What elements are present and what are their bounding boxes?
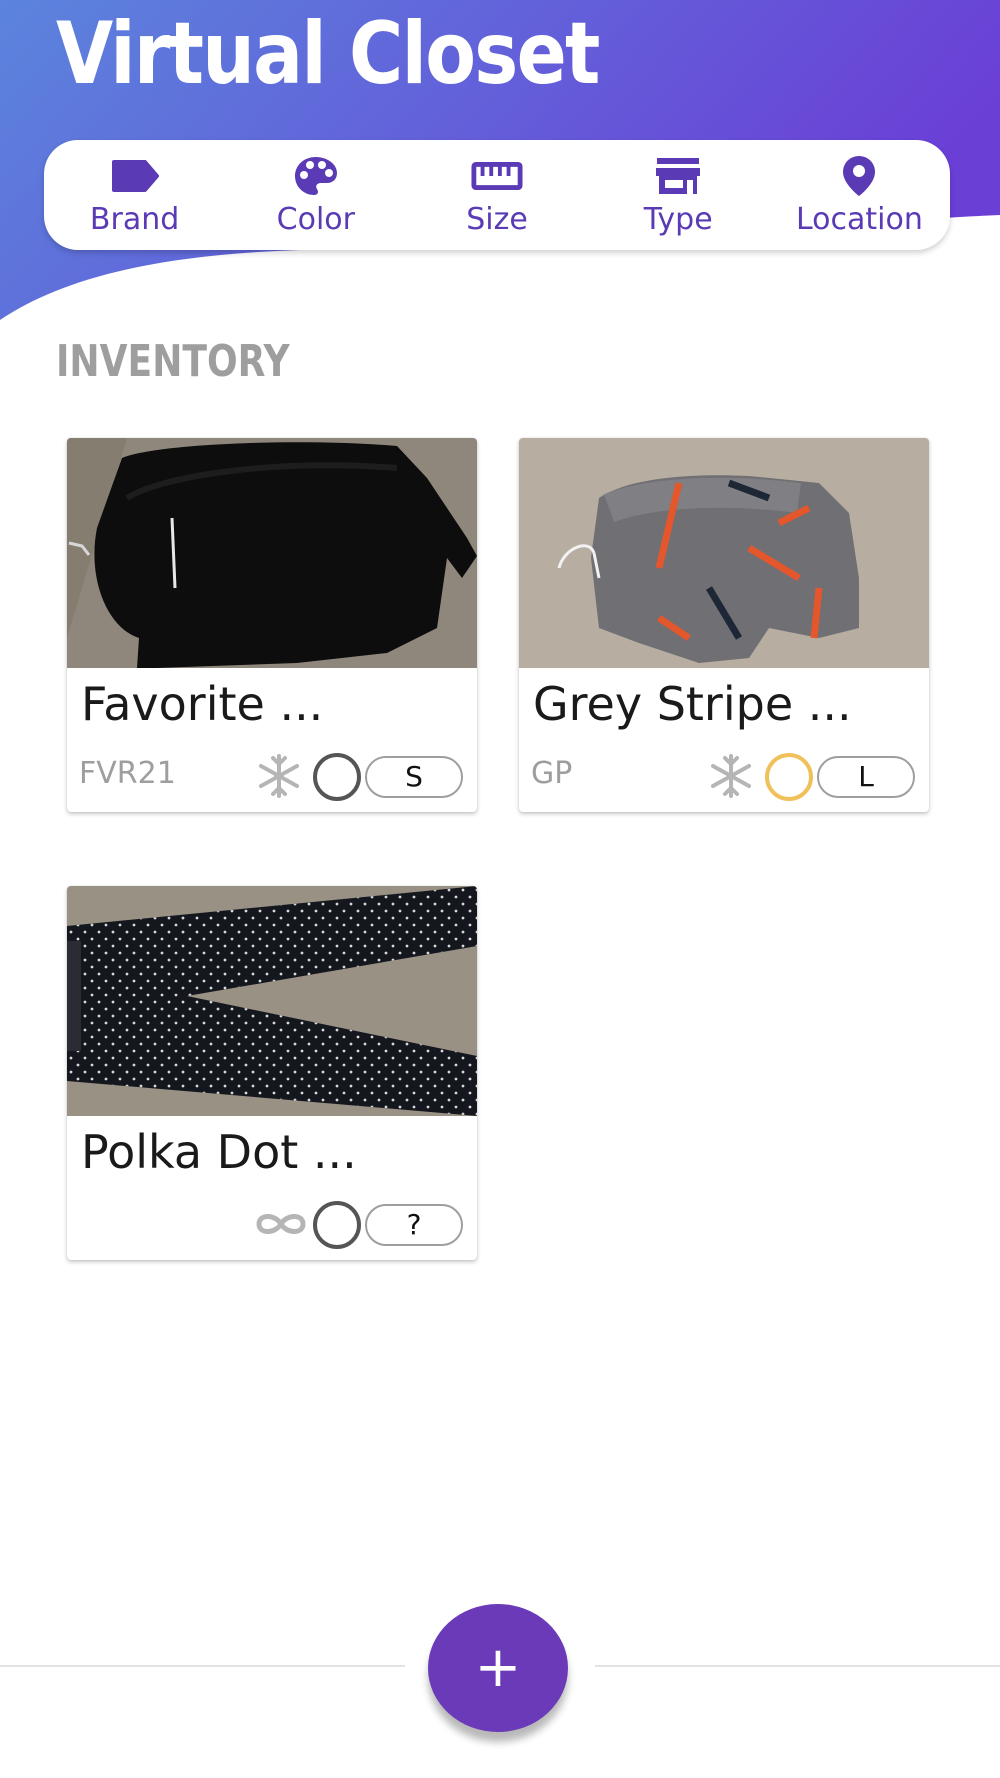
item-photo bbox=[67, 886, 477, 1116]
snowflake-icon bbox=[251, 754, 307, 798]
location-pin-icon bbox=[833, 152, 885, 200]
filter-size[interactable]: Size bbox=[406, 140, 587, 250]
item-photo bbox=[519, 438, 929, 668]
filter-size-label: Size bbox=[466, 202, 528, 237]
infinity-icon bbox=[251, 1202, 307, 1246]
filter-brand[interactable]: Brand bbox=[44, 140, 225, 250]
inventory-card[interactable]: Favorite ... FVR21 S bbox=[67, 438, 477, 812]
filter-type-label: Type bbox=[643, 202, 713, 237]
inventory-title: INVENTORY bbox=[56, 336, 290, 387]
filter-type[interactable]: Type bbox=[588, 140, 769, 250]
color-swatch bbox=[313, 1201, 361, 1249]
filter-location-label: Location bbox=[795, 202, 923, 237]
item-name: Grey Stripe ... bbox=[533, 677, 852, 731]
filter-color-label: Color bbox=[276, 202, 355, 237]
add-item-button[interactable]: + bbox=[428, 1604, 568, 1732]
filter-bar: Brand Color Size Type Location bbox=[44, 140, 950, 250]
filter-color[interactable]: Color bbox=[225, 140, 406, 250]
color-swatch bbox=[313, 753, 361, 801]
tag-icon bbox=[109, 152, 161, 200]
filter-brand-label: Brand bbox=[89, 202, 180, 237]
filter-location[interactable]: Location bbox=[769, 140, 950, 250]
app-title: Virtual Closet bbox=[56, 4, 600, 104]
inventory-card[interactable]: Grey Stripe ... GP L bbox=[519, 438, 929, 812]
item-brand: GP bbox=[531, 756, 573, 791]
snowflake-icon bbox=[703, 754, 759, 798]
item-brand: FVR21 bbox=[79, 756, 176, 791]
size-badge: L bbox=[817, 756, 915, 798]
size-badge: S bbox=[365, 756, 463, 798]
inventory-card[interactable]: Polka Dot ... ? bbox=[67, 886, 477, 1260]
size-badge: ? bbox=[365, 1204, 463, 1246]
plus-icon: + bbox=[474, 1635, 522, 1700]
ruler-icon bbox=[471, 152, 523, 200]
color-swatch bbox=[765, 753, 813, 801]
store-icon bbox=[652, 152, 704, 200]
item-name: Polka Dot ... bbox=[81, 1125, 357, 1179]
item-name: Favorite ... bbox=[81, 677, 324, 731]
item-photo bbox=[67, 438, 477, 668]
palette-icon bbox=[290, 152, 342, 200]
